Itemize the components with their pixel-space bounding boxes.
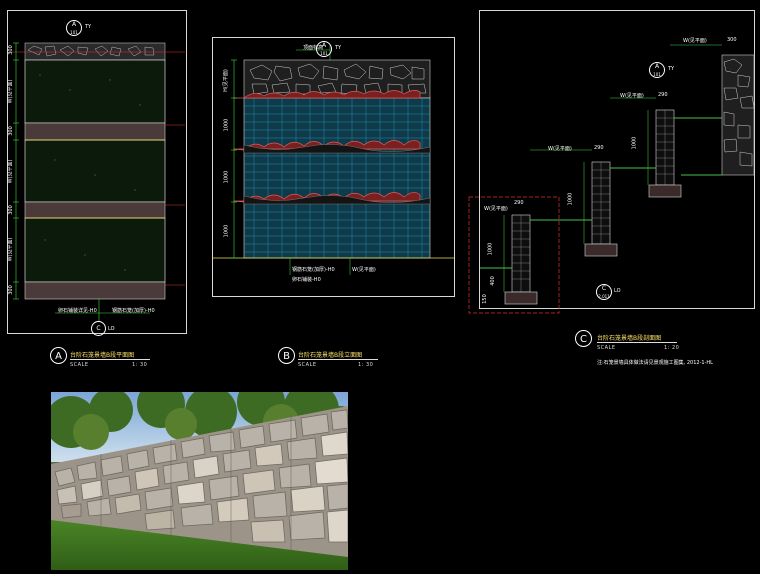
drawing-c-scale-label: SCALE bbox=[597, 345, 616, 351]
gabion-photo-drawing bbox=[51, 392, 348, 570]
drawing-c-height-3: 1000 bbox=[487, 242, 494, 256]
drawing-c-height-2: 1000 bbox=[567, 192, 574, 206]
drawing-c-section-ref[interactable]: A 101 bbox=[649, 62, 665, 78]
drawing-c-detail-letter: C bbox=[601, 285, 607, 292]
drawing-c-height-1: 1000 bbox=[631, 136, 638, 150]
drawing-c-wall-w-3: 290 bbox=[514, 200, 524, 206]
drawing-c-bottom-dim-1: 150 bbox=[481, 294, 488, 304]
gabion-wall-photo bbox=[51, 392, 348, 570]
drawing-c-wall-w-1: 290 bbox=[658, 92, 668, 98]
drawing-c-detail-num: 2.011 bbox=[598, 294, 610, 299]
drawing-c-section-ref-num: 101 bbox=[653, 72, 661, 77]
drawing-c-footnote: 注:石笼景墙具体做法请见景观施工图集, 2012-1-HL bbox=[597, 360, 713, 366]
drawing-c-detail-ref[interactable]: C 2.011 bbox=[596, 284, 612, 300]
drawing-c-width-3: W(见平面) bbox=[548, 146, 572, 152]
drawing-c-width-2: W(见平面) bbox=[620, 93, 644, 99]
drawing-c-title-underline bbox=[597, 342, 677, 343]
drawing-c-section-ref-letter: A bbox=[654, 63, 660, 70]
drawing-c-scale-value: 1: 20 bbox=[664, 345, 680, 351]
drawing-c-detail-code: LO bbox=[614, 288, 621, 294]
drawing-c-width-top: 300 bbox=[727, 37, 737, 43]
drawing-c-label-circle: C bbox=[575, 330, 592, 347]
drawing-c-width-1: W(见平面) bbox=[683, 38, 707, 44]
drawing-c-bottom-dim-2: 400 bbox=[489, 276, 496, 286]
drawing-c-width-4: W(见平面) bbox=[484, 206, 508, 212]
drawing-c-wall-w-2: 290 bbox=[594, 145, 604, 151]
drawing-c-title: 台阶石笼景墙B段剖面图 bbox=[597, 335, 662, 342]
drawing-c-section-ref-code: TY bbox=[668, 66, 675, 72]
